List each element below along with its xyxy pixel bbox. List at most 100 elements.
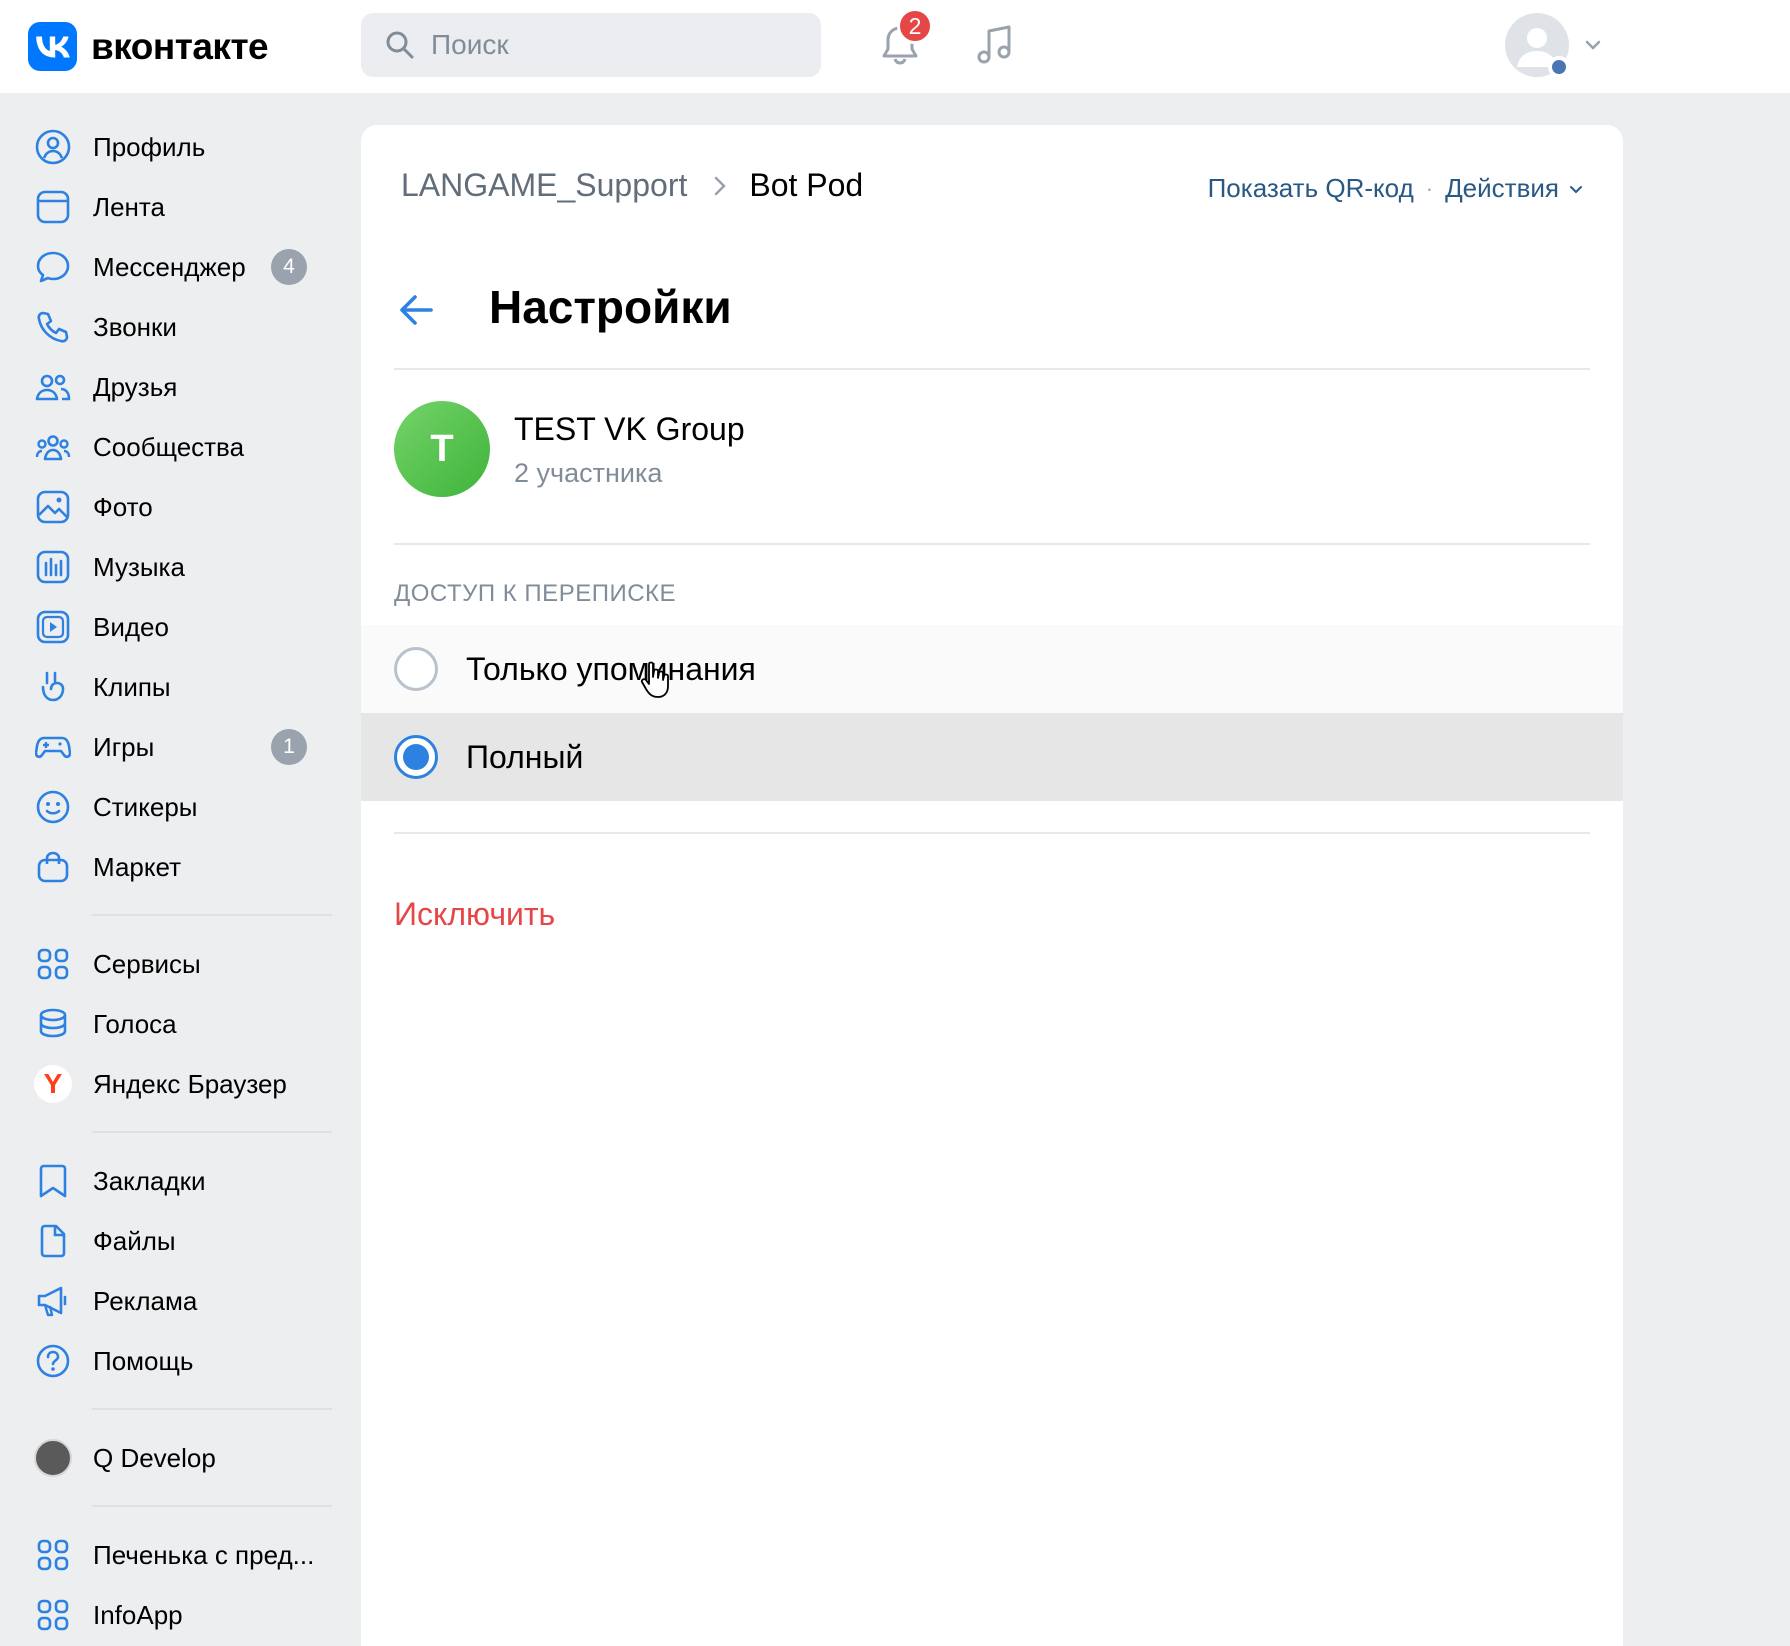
sidebar-item-label: Маркет <box>93 851 182 882</box>
sidebar-item-market[interactable]: Маркет <box>30 841 345 893</box>
exclude-button[interactable]: Исключить <box>394 896 555 933</box>
back-arrow-icon[interactable] <box>393 285 443 335</box>
yandex-icon: Y <box>30 1061 76 1107</box>
group-avatar[interactable]: T <box>394 401 490 497</box>
divider <box>394 543 1590 545</box>
sidebar-item-label: Игры <box>93 731 155 762</box>
radio-label: Только упоминания <box>466 650 756 687</box>
sidebar-item-label: Видео <box>93 611 169 642</box>
radio-button-checked[interactable] <box>394 735 438 779</box>
page-title: Настройки <box>489 281 732 333</box>
online-status-dot <box>1548 56 1570 78</box>
group-name[interactable]: TEST VK Group <box>514 411 745 448</box>
breadcrumb: LANGAME_Support Bot Pod <box>401 167 863 204</box>
notifications-badge: 2 <box>897 8 933 44</box>
sidebar-item-photos[interactable]: Фото <box>30 481 345 533</box>
help-icon <box>30 1338 76 1384</box>
sidebar-item-label: Фото <box>93 491 153 522</box>
sidebar-item-label: Друзья <box>93 371 178 402</box>
access-option-full[interactable]: Полный <box>361 713 1623 801</box>
show-qr-link[interactable]: Показать QR-код <box>1208 173 1414 204</box>
actions-menu-button[interactable]: Действия <box>1445 173 1559 204</box>
top-bar: вконтакте 2 <box>0 0 1790 93</box>
sidebar-item-infoapp[interactable]: InfoApp <box>30 1589 345 1641</box>
qdevelop-avatar-icon <box>30 1435 76 1481</box>
sidebar-item-services[interactable]: Сервисы <box>30 938 345 990</box>
breadcrumb-parent-link[interactable]: LANGAME_Support <box>401 167 687 204</box>
friends-icon <box>30 364 76 410</box>
video-icon <box>30 604 76 650</box>
settings-card: LANGAME_Support Bot Pod Показать QR-код … <box>361 125 1623 1646</box>
sidebar-item-files[interactable]: Файлы <box>30 1215 345 1267</box>
sidebar-item-friends[interactable]: Друзья <box>30 361 345 413</box>
chevron-down-icon[interactable] <box>1583 35 1603 55</box>
smile-icon <box>30 784 76 830</box>
market-icon <box>30 844 76 890</box>
megaphone-icon <box>30 1278 76 1324</box>
vk-logo[interactable]: вконтакте <box>28 22 269 71</box>
services-icon <box>30 1532 76 1578</box>
sidebar-item-ads[interactable]: Реклама <box>30 1275 345 1327</box>
access-option-mentions-only[interactable]: Только упоминания <box>361 625 1623 713</box>
sidebar-item-help[interactable]: Помощь <box>30 1335 345 1387</box>
sidebar-item-label: Профиль <box>93 131 206 162</box>
music-icon <box>30 544 76 590</box>
gamepad-icon <box>30 724 76 770</box>
search-box[interactable] <box>361 13 821 77</box>
sidebar-item-communities[interactable]: Сообщества <box>30 421 345 473</box>
radio-label: Полный <box>466 738 584 775</box>
sidebar-item-label: Q Develop <box>93 1442 216 1473</box>
sidebar-item-label: Голоса <box>93 1008 177 1039</box>
sidebar-item-label: Файлы <box>93 1225 176 1256</box>
sidebar-item-stickers[interactable]: Стикеры <box>30 781 345 833</box>
message-icon <box>30 244 76 290</box>
sidebar-item-label: Закладки <box>93 1165 206 1196</box>
services-icon <box>30 1592 76 1638</box>
sidebar-item-feed[interactable]: Лента <box>30 181 345 233</box>
sidebar-item-label: Звонки <box>93 311 177 342</box>
sidebar-item-label: Сообщества <box>93 431 245 462</box>
sidebar-divider <box>92 1408 332 1410</box>
chevron-down-icon[interactable] <box>1567 180 1585 198</box>
sidebar-item-app-cookie[interactable]: Печенька с пред... <box>30 1529 345 1581</box>
sidebar-item-label: Реклама <box>93 1285 198 1316</box>
communities-icon <box>30 424 76 470</box>
sidebar-item-label: Клипы <box>93 671 171 702</box>
sidebar-item-label: Сервисы <box>93 948 201 979</box>
search-input[interactable] <box>431 29 811 61</box>
sidebar-item-label: InfoApp <box>93 1599 183 1630</box>
photo-icon <box>30 484 76 530</box>
sidebar-item-music[interactable]: Музыка <box>30 541 345 593</box>
phone-icon <box>30 304 76 350</box>
music-player-icon[interactable] <box>970 20 1020 70</box>
sidebar-item-video[interactable]: Видео <box>30 601 345 653</box>
services-icon <box>30 941 76 987</box>
feed-icon <box>30 184 76 230</box>
sidebar-item-label: Мессенджер <box>93 251 246 282</box>
sidebar-divider <box>92 1131 332 1133</box>
search-icon <box>385 30 415 60</box>
radio-button[interactable] <box>394 647 438 691</box>
group-members-count: 2 участника <box>514 458 663 488</box>
file-icon <box>30 1218 76 1264</box>
sidebar-item-profile[interactable]: Профиль <box>30 121 345 173</box>
sidebar-item-q-develop[interactable]: Q Develop <box>30 1432 345 1484</box>
sidebar-item-clips[interactable]: Клипы <box>30 661 345 713</box>
sidebar-item-calls[interactable]: Звонки <box>30 301 345 353</box>
sidebar-item-yandex-browser[interactable]: Y Яндекс Браузер <box>30 1058 345 1110</box>
sidebar-item-label: Лента <box>93 191 165 222</box>
vk-logo-icon <box>28 22 77 71</box>
sidebar-item-votes[interactable]: Голоса <box>30 998 345 1050</box>
sidebar-item-bookmarks[interactable]: Закладки <box>30 1155 345 1207</box>
logo-text: вконтакте <box>91 25 269 67</box>
divider <box>394 368 1590 370</box>
breadcrumb-current: Bot Pod <box>749 167 864 203</box>
sidebar-item-label: Яндекс Браузер <box>93 1068 287 1099</box>
sidebar-item-label: Печенька с пред... <box>93 1539 315 1570</box>
actions-separator: · <box>1425 175 1434 201</box>
coins-icon <box>30 1001 76 1047</box>
header-actions: Показать QR-код · Действия <box>1208 173 1585 204</box>
games-badge: 1 <box>271 729 307 765</box>
user-circle-icon <box>30 124 76 170</box>
sidebar-item-label: Стикеры <box>93 791 198 822</box>
